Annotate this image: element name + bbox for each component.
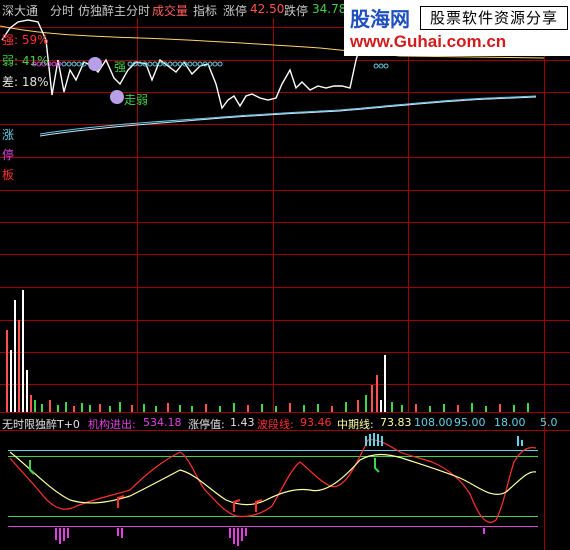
strong-ratio-label: 强: 59% xyxy=(2,33,49,47)
strong-marker: 强 xyxy=(114,60,127,74)
weak-face-icon xyxy=(110,90,124,104)
level-2: 95.00 xyxy=(454,416,486,429)
side-label-2: 停 xyxy=(2,148,15,162)
wave-value: 93.46 xyxy=(300,416,332,429)
intraday-chart[interactable] xyxy=(0,0,570,550)
mid-label: 中期线: xyxy=(337,418,374,431)
indicator-levels xyxy=(8,450,538,527)
mid-value: 73.83 xyxy=(380,416,412,429)
level-4: 5.0 xyxy=(540,416,558,429)
indicator-title[interactable]: 无时限独醉T+0 xyxy=(2,416,80,432)
inst-value: 534.18 xyxy=(143,416,182,429)
side-label-1: 涨 xyxy=(2,128,15,142)
inst-label: 机构进出: xyxy=(88,418,136,431)
low-signal-bars xyxy=(55,528,485,546)
price-grid xyxy=(0,27,570,431)
limit-value: 1.43 xyxy=(230,416,255,429)
weak-marker: 走弱 xyxy=(124,93,149,107)
wave-label: 波段线: xyxy=(257,418,294,431)
strong-face-icon xyxy=(88,57,102,71)
limit-label: 涨停值: xyxy=(188,418,225,431)
volume-bars xyxy=(6,290,529,412)
level-3: 18.00 xyxy=(494,416,526,429)
level-1: 108.00 xyxy=(414,416,453,429)
watermark-url: www.Guhai.com.cn xyxy=(350,32,507,51)
side-label-3: 板 xyxy=(2,168,15,182)
watermark-tagline: 股票软件资源分享 xyxy=(420,6,568,30)
high-signal-bars xyxy=(365,433,523,446)
weak-ratio-label: 弱: 41% xyxy=(2,54,49,68)
wave-line xyxy=(9,439,537,523)
signal-dots xyxy=(61,61,389,69)
diff-ratio-label: 差: 18% xyxy=(2,75,49,89)
watermark-logo: 股海网 xyxy=(350,7,410,31)
